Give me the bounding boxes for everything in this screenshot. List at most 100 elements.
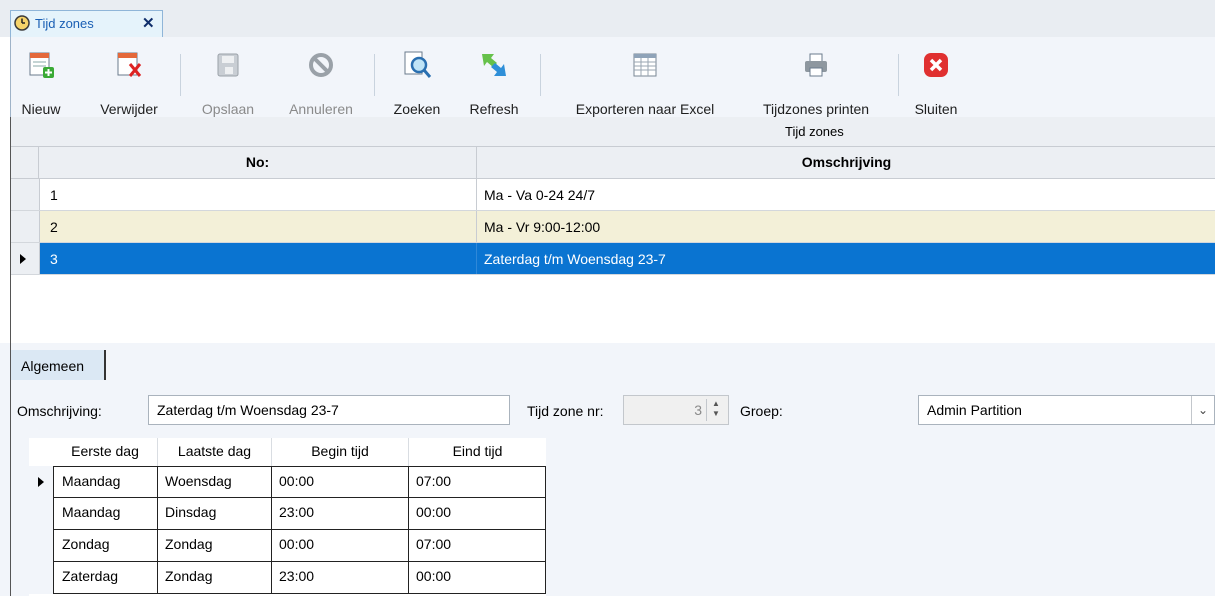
row-indicator[interactable] bbox=[11, 243, 40, 274]
cell-eind-tijd[interactable]: 00:00 bbox=[409, 562, 546, 594]
cell-divider bbox=[476, 179, 477, 210]
column-header-eind-tijd[interactable]: Eind tijd bbox=[409, 438, 546, 466]
cell-no: 2 bbox=[50, 219, 58, 235]
toolbar-separator bbox=[180, 54, 181, 96]
cell-omschrijving: Zaterdag t/m Woensdag 23-7 bbox=[484, 251, 666, 267]
refresh-icon bbox=[482, 54, 506, 76]
cell-omschrijving: Ma - Vr 9:00-12:00 bbox=[484, 219, 601, 235]
spreadsheet-icon bbox=[633, 53, 657, 77]
schedule-indicator-header bbox=[29, 438, 53, 466]
row-indicator-header bbox=[11, 147, 39, 179]
document-tab-strip: Tijd zones ✕ bbox=[0, 0, 1215, 37]
schedule-table: Eerste dag Laatste dag Begin tijd Eind t… bbox=[29, 438, 546, 596]
cell-eind-tijd[interactable]: 00:00 bbox=[409, 498, 546, 530]
cell-eerste-dag[interactable]: Zondag bbox=[53, 530, 158, 562]
refresh-button[interactable]: Refresh bbox=[457, 47, 531, 117]
table-row-selected[interactable]: 3 Zaterdag t/m Woensdag 23-7 bbox=[11, 243, 1215, 275]
tab-tijd-zones[interactable]: Tijd zones ✕ bbox=[10, 10, 163, 37]
cell-begin-tijd[interactable]: 00:00 bbox=[272, 530, 409, 562]
row-indicator[interactable] bbox=[11, 211, 40, 242]
cell-no: 3 bbox=[50, 251, 58, 267]
tab-algemeen[interactable]: Algemeen bbox=[10, 350, 106, 380]
column-header-omschrijving[interactable]: Omschrijving bbox=[477, 147, 1215, 179]
schedule-row[interactable]: Zaterdag Zondag 23:00 00:00 bbox=[29, 562, 546, 594]
table-row[interactable]: 2 Ma - Vr 9:00-12:00 bbox=[11, 211, 1215, 243]
cancel-label: Annuleren bbox=[289, 101, 353, 117]
schedule-row[interactable]: Maandag Dinsdag 23:00 00:00 bbox=[29, 498, 546, 530]
toolbar-separator bbox=[374, 54, 375, 96]
cell-omschrijving: Ma - Va 0-24 24/7 bbox=[484, 187, 596, 203]
export-excel-button[interactable]: Exporteren naar Excel bbox=[549, 47, 741, 117]
close-button[interactable]: Sluiten bbox=[906, 47, 966, 117]
close-tab-icon[interactable]: ✕ bbox=[142, 14, 155, 32]
cell-eind-tijd[interactable]: 07:00 bbox=[409, 530, 546, 562]
column-header-no[interactable]: No: bbox=[39, 147, 477, 179]
grid-title: Tijd zones bbox=[785, 124, 844, 139]
print-label: Tijdzones printen bbox=[762, 101, 870, 117]
row-indicator[interactable] bbox=[29, 530, 53, 562]
cell-laatste-dag[interactable]: Dinsdag bbox=[158, 498, 272, 530]
toolbar-separator bbox=[540, 54, 541, 96]
schedule-row[interactable]: Zondag Zondag 00:00 07:00 bbox=[29, 530, 546, 562]
delete-button[interactable]: Verwijder bbox=[83, 47, 175, 117]
search-button[interactable]: Zoeken bbox=[383, 47, 451, 117]
new-label: Nieuw bbox=[21, 101, 61, 117]
row-indicator[interactable] bbox=[29, 466, 53, 498]
column-header-begin-tijd[interactable]: Begin tijd bbox=[272, 438, 409, 466]
delete-label: Verwijder bbox=[100, 101, 158, 117]
save-button[interactable]: Opslaan bbox=[189, 47, 267, 117]
cell-eerste-dag[interactable]: Maandag bbox=[53, 498, 158, 530]
cell-begin-tijd[interactable]: 23:00 bbox=[272, 498, 409, 530]
cell-laatste-dag[interactable]: Woensdag bbox=[158, 466, 272, 498]
tijd-zone-nr-label: Tijd zone nr: bbox=[527, 403, 604, 419]
panel-border bbox=[10, 343, 11, 596]
cell-eind-tijd[interactable]: 07:00 bbox=[409, 466, 546, 498]
new-document-icon bbox=[29, 52, 54, 78]
toolbar-separator bbox=[898, 54, 899, 96]
cell-laatste-dag[interactable]: Zondag bbox=[158, 562, 272, 594]
cell-no: 1 bbox=[50, 187, 58, 203]
chevron-down-icon[interactable]: ⌄ bbox=[1191, 396, 1214, 424]
export-excel-label: Exporteren naar Excel bbox=[575, 101, 715, 117]
cell-eerste-dag[interactable]: Zaterdag bbox=[53, 562, 158, 594]
cell-divider bbox=[476, 211, 477, 242]
current-row-arrow-icon bbox=[20, 254, 26, 264]
close-icon bbox=[924, 53, 948, 77]
delete-document-icon bbox=[117, 52, 142, 77]
time-zones-grid: Tijd zones No: Omschrijving 1 Ma - Va 0-… bbox=[10, 117, 1215, 343]
schedule-row[interactable]: Maandag Woensdag 00:00 07:00 bbox=[29, 466, 546, 498]
grid-band-header: Tijd zones bbox=[11, 117, 1215, 147]
cancel-icon bbox=[309, 53, 333, 77]
save-icon bbox=[217, 53, 239, 77]
tijd-zone-nr-stepper[interactable]: 3 ▲ ▼ bbox=[623, 395, 729, 425]
column-header-laatste-dag[interactable]: Laatste dag bbox=[158, 438, 272, 466]
row-indicator[interactable] bbox=[11, 179, 40, 210]
printer-icon bbox=[805, 53, 827, 77]
row-indicator[interactable] bbox=[29, 562, 53, 594]
print-button[interactable]: Tijdzones printen bbox=[742, 47, 890, 117]
refresh-label: Refresh bbox=[469, 101, 519, 117]
cell-laatste-dag[interactable]: Zondag bbox=[158, 530, 272, 562]
current-row-arrow-icon bbox=[38, 477, 44, 487]
groep-selected-value: Admin Partition bbox=[927, 402, 1022, 418]
row-indicator[interactable] bbox=[29, 498, 53, 530]
groep-select[interactable]: Admin Partition ⌄ bbox=[918, 395, 1215, 425]
new-button[interactable]: Nieuw bbox=[13, 47, 69, 117]
clock-icon bbox=[14, 15, 30, 31]
cancel-button[interactable]: Annuleren bbox=[276, 47, 366, 117]
close-label: Sluiten bbox=[914, 101, 958, 117]
column-header-eerste-dag[interactable]: Eerste dag bbox=[53, 438, 158, 466]
cell-begin-tijd[interactable]: 00:00 bbox=[272, 466, 409, 498]
table-row[interactable]: 1 Ma - Va 0-24 24/7 bbox=[11, 179, 1215, 211]
toolbar: Nieuw Verwijder Opslaan Annuleren Zoeken… bbox=[10, 37, 1215, 117]
cell-begin-tijd[interactable]: 23:00 bbox=[272, 562, 409, 594]
omschrijving-label: Omschrijving: bbox=[17, 403, 102, 419]
search-icon bbox=[404, 51, 432, 78]
search-label: Zoeken bbox=[393, 101, 441, 117]
groep-label: Groep: bbox=[740, 403, 783, 419]
cell-eerste-dag[interactable]: Maandag bbox=[53, 466, 158, 498]
tab-title: Tijd zones bbox=[35, 16, 94, 31]
omschrijving-input[interactable]: Zaterdag t/m Woensdag 23-7 bbox=[148, 395, 510, 425]
save-label: Opslaan bbox=[201, 101, 255, 117]
stepper-arrows-icon[interactable]: ▲ ▼ bbox=[706, 399, 725, 421]
